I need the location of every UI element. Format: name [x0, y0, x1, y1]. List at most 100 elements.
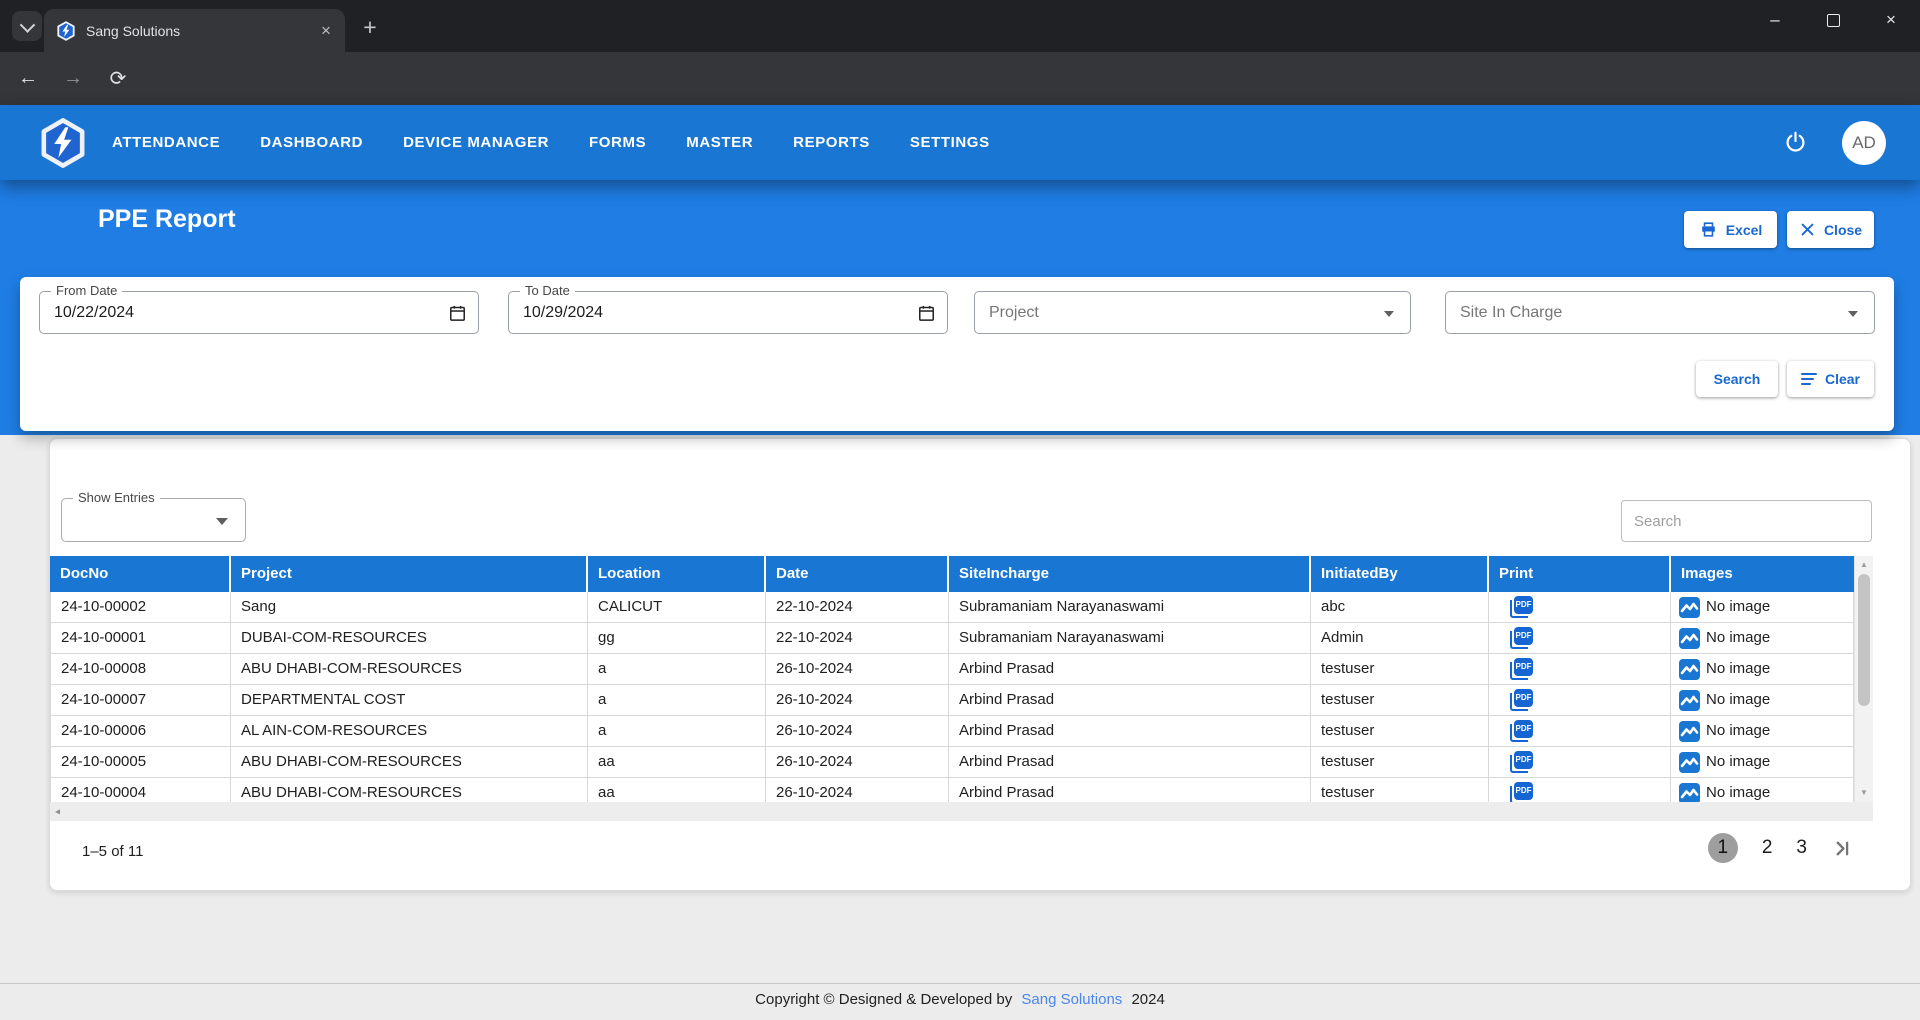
image-icon	[1679, 597, 1700, 618]
pdf-print-button[interactable]: PDF	[1509, 595, 1533, 619]
table-row: 24-10-00007 DEPARTMENTAL COST a 26-10-20…	[50, 685, 1854, 716]
nav-item-attendance[interactable]: ATTENDANCE	[112, 134, 220, 151]
excel-button[interactable]: Excel	[1684, 211, 1777, 248]
window-controls: – ×	[1746, 0, 1920, 40]
show-entries-select[interactable]: Show Entries	[61, 498, 246, 542]
page-button-2[interactable]: 2	[1762, 837, 1773, 859]
close-button-label: Close	[1824, 222, 1862, 238]
footer-year: 2024	[1131, 991, 1164, 1008]
sang-logo-icon	[40, 118, 86, 168]
nav-item-dashboard[interactable]: DASHBOARD	[260, 134, 363, 151]
cell-project: ABU DHABI-COM-RESOURCES	[231, 778, 588, 802]
cell-docno: 24-10-00004	[50, 778, 231, 802]
table-row: 24-10-00006 AL AIN-COM-RESOURCES a 26-10…	[50, 716, 1854, 747]
column-header-print: Print	[1489, 556, 1671, 592]
window-close-icon[interactable]: ×	[1862, 0, 1920, 40]
tab-search-button[interactable]	[12, 11, 42, 41]
reload-icon[interactable]: ⟳	[100, 60, 136, 96]
scroll-left-icon[interactable]: ◂	[55, 806, 60, 817]
window-maximize-icon[interactable]	[1804, 0, 1862, 40]
cell-images: No image	[1671, 654, 1854, 685]
filter-card: From Date 10/22/2024 To Date 10/29/2024	[20, 277, 1894, 431]
project-select[interactable]: Project	[974, 291, 1411, 334]
site-in-charge-select[interactable]: Site In Charge	[1445, 291, 1875, 334]
forward-icon[interactable]: →	[55, 60, 91, 96]
cell-date: 26-10-2024	[766, 747, 949, 778]
vertical-scrollbar[interactable]: ▲ ▼	[1854, 556, 1873, 802]
cell-date: 26-10-2024	[766, 778, 949, 802]
close-button[interactable]: Close	[1787, 211, 1874, 248]
maximize-box-icon	[1827, 14, 1840, 27]
pdf-print-button[interactable]: PDF	[1509, 657, 1533, 681]
nav-item-device-manager[interactable]: DEVICE MANAGER	[403, 134, 549, 151]
cell-location: gg	[588, 623, 766, 654]
pdf-icon: PDF	[1514, 658, 1533, 676]
vertical-scrollbar-thumb[interactable]	[1858, 574, 1870, 706]
cell-location: a	[588, 685, 766, 716]
calendar-icon[interactable]	[448, 303, 467, 322]
table-body: 24-10-00002 Sang CALICUT 22-10-2024 Subr…	[50, 592, 1854, 802]
new-tab-button[interactable]: +	[356, 13, 384, 41]
page-button-1[interactable]: 1	[1708, 833, 1738, 863]
to-date-label: To Date	[520, 283, 575, 298]
window-minimize-icon[interactable]: –	[1746, 0, 1804, 40]
tab-close-icon[interactable]: ×	[315, 20, 337, 42]
pdf-print-button[interactable]: PDF	[1509, 688, 1533, 712]
to-date-field[interactable]: To Date 10/29/2024	[508, 291, 948, 334]
column-header-initiatedby: InitiatedBy	[1311, 556, 1489, 592]
last-page-button[interactable]	[1831, 837, 1854, 860]
app-logo[interactable]	[40, 118, 86, 168]
filter-clear-button[interactable]: Clear	[1787, 361, 1874, 397]
browser-tab[interactable]: Sang Solutions ×	[44, 9, 345, 52]
image-icon	[1679, 628, 1700, 649]
cell-siteincharge: Arbind Prasad	[949, 654, 1311, 685]
dropdown-caret-icon	[216, 518, 228, 525]
screen: Sang Solutions × + – × ← → ⟳ Not secure	[0, 0, 1920, 1020]
cell-initiatedby: testuser	[1311, 716, 1489, 747]
back-icon[interactable]: ←	[10, 60, 46, 96]
scroll-up-icon[interactable]: ▲	[1855, 558, 1873, 572]
cell-print: PDF	[1489, 747, 1671, 778]
table-row: 24-10-00004 ABU DHABI-COM-RESOURCES aa 2…	[50, 778, 1854, 802]
cell-initiatedby: testuser	[1311, 778, 1489, 802]
user-avatar[interactable]: AD	[1842, 121, 1886, 165]
filter-search-button[interactable]: Search	[1696, 361, 1778, 397]
nav-item-master[interactable]: MASTER	[686, 134, 753, 151]
cell-location: a	[588, 716, 766, 747]
table-search-input[interactable]	[1621, 500, 1872, 542]
nav-item-forms[interactable]: FORMS	[589, 134, 646, 151]
cell-project: DUBAI-COM-RESOURCES	[231, 623, 588, 654]
pdf-print-button[interactable]: PDF	[1509, 719, 1533, 743]
cell-siteincharge: Arbind Prasad	[949, 778, 1311, 802]
horizontal-scrollbar[interactable]: ◂	[50, 802, 1873, 821]
pdf-print-button[interactable]: PDF	[1509, 781, 1533, 802]
footer-company-link[interactable]: Sang Solutions	[1021, 991, 1122, 1008]
cell-location: aa	[588, 778, 766, 802]
close-x-icon	[1799, 221, 1816, 238]
cell-print: PDF	[1489, 592, 1671, 623]
nav-item-settings[interactable]: SETTINGS	[910, 134, 990, 151]
cell-initiatedby: testuser	[1311, 654, 1489, 685]
calendar-icon[interactable]	[917, 303, 936, 322]
cell-initiatedby: abc	[1311, 592, 1489, 623]
cell-print: PDF	[1489, 623, 1671, 654]
nav-item-reports[interactable]: REPORTS	[793, 134, 870, 151]
pdf-print-button[interactable]: PDF	[1509, 626, 1533, 650]
site-in-charge-placeholder: Site In Charge	[1460, 304, 1562, 322]
cell-docno: 24-10-00001	[50, 623, 231, 654]
table-row: 24-10-00001 DUBAI-COM-RESOURCES gg 22-10…	[50, 623, 1854, 654]
cell-siteincharge: Arbind Prasad	[949, 716, 1311, 747]
from-date-field[interactable]: From Date 10/22/2024	[39, 291, 479, 334]
cell-images: No image	[1671, 592, 1854, 623]
cell-date: 26-10-2024	[766, 685, 949, 716]
cell-print: PDF	[1489, 654, 1671, 685]
filter-clear-label: Clear	[1825, 371, 1860, 387]
cell-docno: 24-10-00008	[50, 654, 231, 685]
page-button-3[interactable]: 3	[1796, 837, 1807, 859]
scroll-down-icon[interactable]: ▼	[1855, 786, 1873, 800]
cell-print: PDF	[1489, 685, 1671, 716]
pdf-print-button[interactable]: PDF	[1509, 750, 1533, 774]
image-icon	[1679, 721, 1700, 742]
logout-power-icon[interactable]	[1783, 130, 1808, 155]
image-icon	[1679, 690, 1700, 711]
